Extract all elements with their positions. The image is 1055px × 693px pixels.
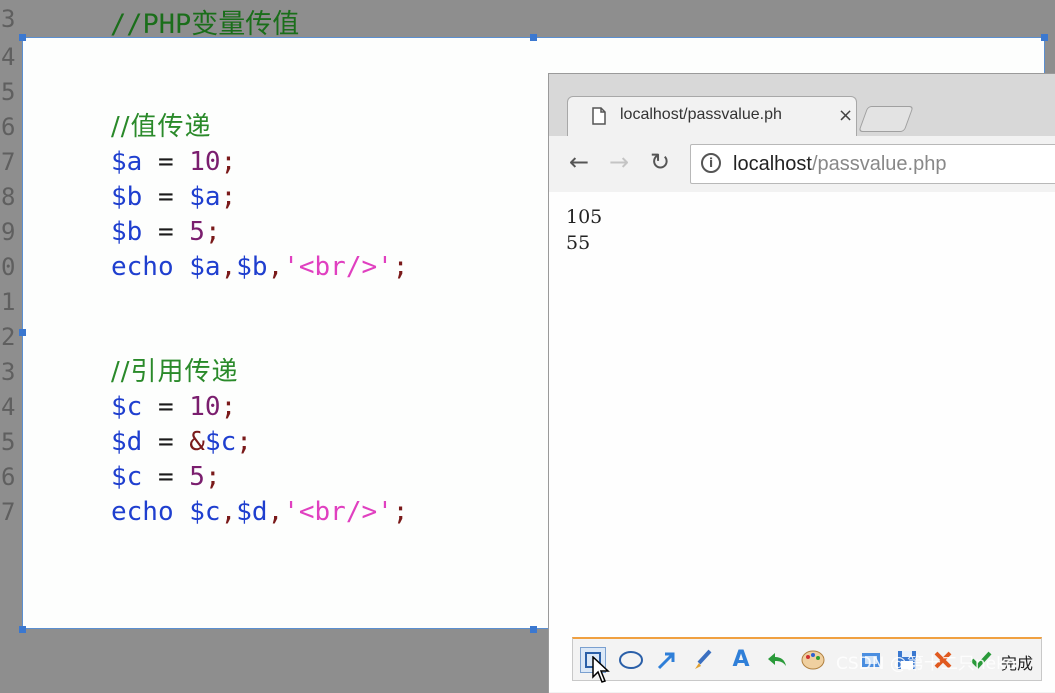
line-number: 9 [1, 218, 16, 246]
code-line: $c = 10; [111, 392, 237, 422]
resize-handle-top-left[interactable] [19, 34, 26, 41]
code-comment-value-passing: //值传递 [111, 112, 212, 142]
new-tab-button[interactable] [858, 106, 914, 132]
close-tab-icon[interactable]: × [838, 105, 853, 126]
code-line-echo: echo $c,$d,'<br/>'; [111, 497, 409, 527]
output-line: 105 [566, 206, 603, 228]
url-text: localhost/passvalue.php [733, 153, 947, 175]
palette-tool-icon[interactable] [800, 647, 826, 673]
line-number: 6 [1, 463, 16, 491]
top-code-comment: //PHP变量传值 [110, 9, 300, 40]
line-number: 2 [1, 323, 16, 351]
code-line: $d = &$c; [111, 427, 252, 457]
code-comment-reference-passing: //引用传递 [111, 357, 239, 387]
code-line: $a = 10; [111, 147, 237, 177]
line-number: 4 [1, 43, 16, 71]
tab-title: localhost/passvalue.ph [620, 106, 782, 123]
page-icon [592, 107, 606, 125]
forward-arrow-icon[interactable]: → [609, 148, 629, 176]
browser-window: localhost/passvalue.ph × ← → ↻ i localho… [548, 73, 1055, 693]
output-line: 55 [566, 232, 591, 254]
info-icon[interactable]: i [701, 153, 721, 173]
text-tool-icon[interactable]: A [728, 647, 754, 673]
code-line: $b = 5; [111, 217, 221, 247]
watermark-text: CSDN @第十二只neko [836, 654, 1016, 674]
address-bar[interactable]: i localhost/passvalue.php [690, 144, 1055, 184]
line-number: 0 [1, 253, 16, 281]
back-arrow-icon[interactable]: ← [569, 148, 589, 176]
line-number: 6 [1, 113, 16, 141]
resize-handle-bottom-left[interactable] [19, 626, 26, 633]
line-number-gutter: 3 4 5 6 7 8 9 0 1 2 3 4 5 6 7 [0, 0, 22, 684]
undo-tool-icon[interactable] [764, 647, 790, 673]
resize-handle-top[interactable] [530, 34, 537, 41]
brush-tool-icon[interactable] [690, 647, 716, 673]
reload-icon[interactable]: ↻ [650, 148, 670, 176]
resize-handle-left[interactable] [19, 329, 26, 336]
line-number: 3 [1, 5, 16, 33]
line-number: 3 [1, 358, 16, 386]
line-number: 7 [1, 148, 16, 176]
resize-handle-top-right[interactable] [1041, 34, 1048, 41]
line-number: 7 [1, 498, 16, 526]
resize-handle-bottom[interactable] [530, 626, 537, 633]
browser-toolbar: ← → ↻ i localhost/passvalue.php [549, 136, 1055, 193]
line-number: 1 [1, 288, 16, 316]
line-number: 4 [1, 393, 16, 421]
browser-tab[interactable]: localhost/passvalue.ph × [567, 96, 857, 136]
code-line-echo: echo $a,$b,'<br/>'; [111, 252, 409, 282]
tab-strip: localhost/passvalue.ph × [549, 74, 1055, 136]
arrow-tool-icon[interactable] [654, 647, 680, 673]
line-number: 5 [1, 78, 16, 106]
line-number: 8 [1, 183, 16, 211]
code-line: $b = $a; [111, 182, 237, 212]
line-number: 5 [1, 428, 16, 456]
page-content: 105 55 [549, 192, 1055, 692]
code-line: $c = 5; [111, 462, 221, 492]
ellipse-tool-icon[interactable] [618, 647, 644, 673]
mouse-cursor-icon [592, 656, 610, 683]
